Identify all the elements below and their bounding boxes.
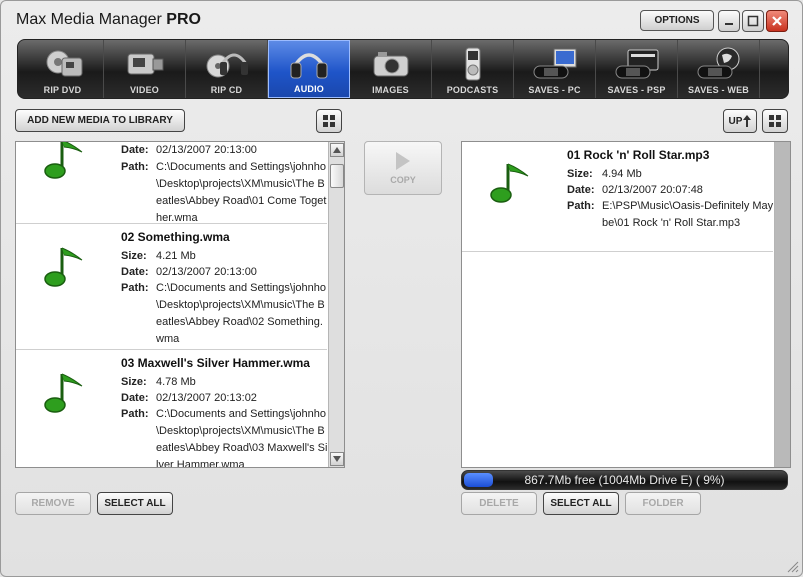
tab-label: AUDIO	[294, 84, 324, 94]
scroll-thumb[interactable]	[330, 164, 344, 188]
item-path: Path: C:\Documents and Settings\johnho\De…	[121, 161, 327, 224]
list-item[interactable]: 01 Rock 'n' Roll Star.mp3 Size: 4.94 Mb D…	[462, 142, 773, 252]
library-list[interactable]: Date: 02/13/2007 20:13:00 Path: C:\Documen…	[15, 141, 345, 468]
ipod-icon	[465, 47, 480, 81]
device-select-all-button[interactable]: SELECT ALL	[543, 492, 619, 515]
list-item[interactable]: 02 Something.wma Size: 4.21 Mb Date: 02/13…	[16, 224, 327, 350]
item-size: Size: 4.94 Mb	[567, 168, 642, 180]
media-tab-bar: RIP DVD VIDEO RIP CD AUDIO IMAGES PODCAS…	[17, 39, 789, 99]
tab-label: SAVES - PC	[528, 85, 581, 95]
tab-label: VIDEO	[129, 85, 159, 95]
tab-label: SAVES - PSP	[607, 85, 666, 95]
item-path: Path: E:\PSP\Music\Oasis-Definitely Maybe…	[567, 200, 774, 229]
camcorder-icon	[46, 50, 82, 77]
minimize-icon	[725, 23, 733, 25]
psp-globe-icon	[697, 47, 739, 79]
copy-button[interactable]: COPY	[364, 141, 442, 195]
play-arrow-icon	[396, 152, 410, 170]
add-new-media-button[interactable]: ADD NEW MEDIA TO LIBRARY	[15, 109, 185, 132]
tab-saves-web[interactable]: SAVES - WEB	[678, 40, 760, 98]
item-size: Size: 4.21 Mb	[121, 250, 196, 262]
device-scrollbar[interactable]	[774, 142, 790, 467]
tab-saves-pc[interactable]: SAVES - PC	[514, 40, 596, 98]
options-button[interactable]: OPTIONS	[640, 10, 714, 31]
library-view-toggle-button[interactable]	[316, 109, 342, 133]
tab-label: RIP DVD	[43, 85, 82, 95]
folder-button[interactable]: FOLDER	[625, 492, 701, 515]
app-window: Max Media Manager PRO OPTIONS RIP DVD VI…	[0, 0, 803, 577]
maximize-icon	[747, 15, 759, 27]
psp-monitor-icon	[533, 48, 576, 79]
camera-icon	[373, 52, 408, 77]
item-date: Date: 02/13/2007 20:07:48	[567, 184, 703, 196]
library-select-all-button[interactable]: SELECT ALL	[97, 492, 173, 515]
scroll-down-button[interactable]	[330, 452, 344, 466]
item-name: 03 Maxwell's Silver Hammer.wma	[121, 356, 310, 370]
item-name: 01 Rock 'n' Roll Star.mp3	[567, 148, 710, 162]
tab-label: SAVES - WEB	[687, 85, 750, 95]
tab-saves-psp[interactable]: SAVES - PSP	[596, 40, 678, 98]
item-size: Size: 4.78 Mb	[121, 376, 196, 388]
close-icon	[772, 16, 782, 26]
device-list[interactable]: 01 Rock 'n' Roll Star.mp3 Size: 4.94 Mb D…	[461, 141, 791, 468]
item-name: 02 Something.wma	[121, 230, 230, 244]
tab-label: IMAGES	[372, 85, 409, 95]
headphones-icon	[206, 53, 248, 78]
music-note-icon	[44, 247, 83, 287]
arrow-up-icon	[333, 147, 341, 153]
item-date: Date: 02/13/2007 20:13:00	[121, 266, 257, 278]
tab-video[interactable]: VIDEO	[104, 40, 186, 98]
music-note-icon	[44, 142, 83, 179]
tab-audio[interactable]: AUDIO	[268, 40, 350, 98]
window-title: Max Media Manager PRO	[16, 11, 201, 28]
tab-podcasts[interactable]: PODCASTS	[432, 40, 514, 98]
up-arrow-icon	[743, 115, 752, 127]
tab-rip-dvd[interactable]: RIP DVD	[22, 40, 104, 98]
tab-rip-cd[interactable]: RIP CD	[186, 40, 268, 98]
item-path: Path: C:\Documents and Settings\johnho\De…	[121, 408, 328, 468]
resize-grip-icon[interactable]	[787, 561, 799, 573]
remove-button[interactable]: REMOVE	[15, 492, 91, 515]
arrow-down-icon	[333, 456, 341, 462]
grid-view-icon	[769, 115, 781, 127]
drive-space-bar: 867.7Mb free (1004Mb Drive E) ( 9%)	[461, 470, 788, 490]
up-label: UP	[728, 115, 743, 127]
delete-button[interactable]: DELETE	[461, 492, 537, 515]
close-button[interactable]	[766, 10, 788, 32]
item-date: Date: 02/13/2007 20:13:02	[121, 392, 257, 404]
device-view-toggle-button[interactable]	[762, 109, 788, 133]
list-item[interactable]: 03 Maxwell's Silver Hammer.wma Size: 4.78…	[16, 350, 328, 468]
tab-label: PODCASTS	[446, 85, 499, 95]
item-path: Path: C:\Documents and Settings\johnho\De…	[121, 282, 326, 345]
scroll-up-button[interactable]	[330, 143, 344, 157]
camcorder-icon	[127, 53, 163, 75]
item-date: Date: 02/13/2007 20:13:00	[121, 144, 257, 156]
library-scrollbar[interactable]	[328, 142, 344, 467]
grid-view-icon	[323, 115, 335, 127]
drive-space-text: 867.7Mb free (1004Mb Drive E) ( 9%)	[524, 473, 725, 487]
tab-label: RIP CD	[210, 85, 243, 95]
psp-card-icon	[615, 49, 658, 79]
up-folder-button[interactable]: UP	[723, 109, 757, 133]
headphones-icon	[290, 53, 328, 79]
copy-label: COPY	[390, 175, 416, 185]
minimize-button[interactable]	[718, 10, 740, 32]
list-item[interactable]: Date: 02/13/2007 20:13:00 Path: C:\Documen…	[16, 142, 327, 224]
tab-images[interactable]: IMAGES	[350, 40, 432, 98]
music-note-icon	[44, 373, 83, 413]
maximize-button[interactable]	[742, 10, 764, 32]
music-note-icon	[490, 163, 529, 203]
